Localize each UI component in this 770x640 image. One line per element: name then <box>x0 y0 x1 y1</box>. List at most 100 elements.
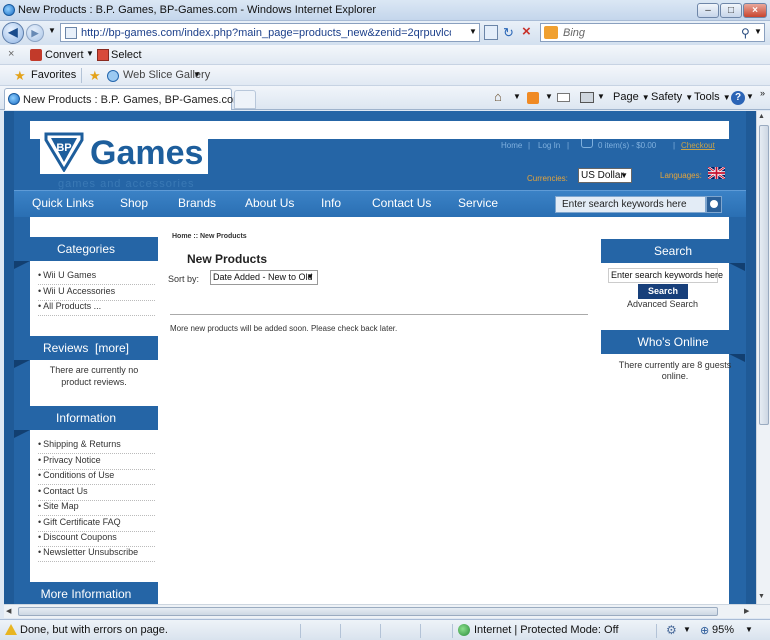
tools-menu[interactable]: Tools ▼ <box>694 91 731 103</box>
whos-online-text: There currently are 8 guests online. <box>618 360 732 381</box>
convert-button[interactable]: Convert <box>45 49 84 61</box>
category-link[interactable]: • All Products ... <box>38 301 155 316</box>
sidebar-search-input[interactable]: Enter search keywords here <box>608 268 723 283</box>
close-window-button[interactable]: × <box>743 3 767 18</box>
reviews-text: There are currently no product reviews. <box>49 365 139 387</box>
security-zone-text[interactable]: Internet | Protected Mode: Off <box>474 624 619 636</box>
help-icon[interactable]: ? <box>731 91 745 105</box>
category-label: All Products ... <box>43 301 102 311</box>
menu-contact-us[interactable]: Contact Us <box>372 196 431 210</box>
site-logo[interactable]: BP Games <box>40 132 208 174</box>
info-link[interactable]: • Newsletter Unsubscribe <box>38 547 155 562</box>
add-favorites-icon[interactable]: ★ <box>89 68 101 84</box>
cart-icon[interactable] <box>581 139 593 148</box>
back-button[interactable]: ◀ <box>2 22 24 44</box>
tab-active[interactable]: New Products : B.P. Games, BP-Games.com <box>4 88 242 110</box>
header-cart-link[interactable]: 0 item(s) - $0.00 <box>598 141 656 150</box>
close-toolbar-icon[interactable]: × <box>8 48 14 60</box>
sidebar-search-button[interactable]: Search <box>638 284 688 299</box>
print-icon[interactable] <box>580 92 594 103</box>
favorites-button[interactable]: Favorites <box>31 69 76 81</box>
header-checkout-link[interactable]: Checkout <box>681 141 715 150</box>
breadcrumb[interactable]: Home :: New Products <box>172 233 247 240</box>
minimize-button[interactable]: – <box>697 3 719 18</box>
divider: | <box>567 141 570 150</box>
info-link[interactable]: • Site Map <box>38 501 155 516</box>
sort-select[interactable]: Date Added - New to Old ▼ <box>210 270 318 285</box>
header-search-input[interactable]: Enter search keywords here <box>555 196 706 213</box>
divider <box>340 624 341 638</box>
vertical-scrollbar[interactable]: ▲ ▼ <box>756 111 770 604</box>
feeds-icon[interactable] <box>527 92 539 104</box>
page-menu[interactable]: Page ▼ <box>613 91 650 103</box>
feeds-dropdown-icon[interactable]: ▼ <box>545 92 553 101</box>
chevron-more-icon[interactable]: » <box>760 88 765 98</box>
info-link[interactable]: • Gift Certificate FAQ <box>38 517 155 532</box>
uk-flag-icon[interactable] <box>708 167 725 179</box>
info-link[interactable]: • Privacy Notice <box>38 455 155 470</box>
divider <box>170 314 588 315</box>
advanced-search-link[interactable]: Advanced Search <box>627 299 698 309</box>
info-link[interactable]: • Conditions of Use <box>38 470 155 485</box>
warning-icon[interactable] <box>5 624 17 635</box>
menu-brands[interactable]: Brands <box>178 196 216 210</box>
internet-zone-icon <box>458 624 470 636</box>
menu-about-us[interactable]: About Us <box>245 196 294 210</box>
refresh-icon[interactable]: ↻ <box>503 25 514 41</box>
history-dropdown-icon[interactable]: ▼ <box>48 26 56 35</box>
convert-dropdown-icon[interactable]: ▼ <box>86 49 94 58</box>
header-search-button[interactable] <box>706 196 722 213</box>
divider <box>656 624 657 638</box>
help-dropdown-icon[interactable]: ▼ <box>746 92 754 101</box>
safety-menu[interactable]: Safety ▼ <box>651 91 693 103</box>
scroll-left-icon[interactable]: ◀ <box>6 607 11 615</box>
new-tab-button[interactable] <box>234 90 256 109</box>
web-slice-dropdown-icon[interactable]: ▼ <box>193 70 201 79</box>
header-home-link[interactable]: Home <box>501 141 522 150</box>
menu-info[interactable]: Info <box>321 196 341 210</box>
scroll-up-icon[interactable]: ▲ <box>758 113 765 120</box>
logo-mark: BP <box>56 142 71 154</box>
tools-menu-label: Tools <box>694 91 720 103</box>
bing-icon <box>544 26 558 39</box>
addon-toolbar: × Convert ▼ Select <box>0 45 770 65</box>
category-link[interactable]: • Wii U Accessories <box>38 286 155 301</box>
forward-button[interactable]: ▶ <box>26 24 44 42</box>
home-icon[interactable]: ⌂ <box>494 89 502 104</box>
scroll-down-icon[interactable]: ▼ <box>758 593 765 600</box>
address-bar[interactable]: http://bp-games.com/index.php?main_page=… <box>60 23 480 42</box>
info-link[interactable]: • Shipping & Returns <box>38 439 155 454</box>
zoom-level[interactable]: 95% <box>712 624 734 636</box>
reviews-more-link[interactable]: [more] <box>95 341 129 355</box>
header-login-link[interactable]: Log In <box>538 141 560 150</box>
convert-icon <box>30 49 42 61</box>
scroll-right-icon[interactable]: ▶ <box>744 607 749 615</box>
info-link[interactable]: • Contact Us <box>38 486 155 501</box>
chevron-down-icon[interactable]: ▼ <box>683 625 691 634</box>
currency-select[interactable]: US Dollar ▼ <box>578 168 632 183</box>
bing-search-box[interactable]: Bing ⚲ ▼ <box>540 23 765 42</box>
stop-icon[interactable]: × <box>522 23 531 40</box>
menu-service[interactable]: Service <box>458 196 498 210</box>
select-icon <box>97 49 109 61</box>
protected-mode-icon[interactable]: ⚙ <box>666 623 677 637</box>
compatibility-view-icon[interactable] <box>484 25 498 40</box>
menu-quick-links[interactable]: Quick Links <box>32 196 94 210</box>
zoom-dropdown-icon[interactable]: ▼ <box>745 625 753 634</box>
search-options-icon[interactable]: ▼ <box>754 27 762 36</box>
home-dropdown-icon[interactable]: ▼ <box>513 92 521 101</box>
horizontal-scrollbar[interactable]: ◀ ▶ <box>4 604 770 618</box>
maximize-button[interactable]: □ <box>720 3 742 18</box>
menu-shop[interactable]: Shop <box>120 196 148 210</box>
address-dropdown-icon[interactable]: ▼ <box>469 27 477 36</box>
category-link[interactable]: • Wii U Games <box>38 270 155 285</box>
print-dropdown-icon[interactable]: ▼ <box>597 92 605 101</box>
search-icon[interactable]: ⚲ <box>741 26 750 40</box>
vertical-scroll-thumb[interactable] <box>759 125 769 425</box>
info-link[interactable]: • Discount Coupons <box>38 532 155 547</box>
ie-page-icon <box>8 93 20 105</box>
select-button[interactable]: Select <box>111 49 142 61</box>
divider <box>380 624 381 638</box>
read-mail-icon[interactable] <box>557 93 570 102</box>
horizontal-scroll-thumb[interactable] <box>18 607 718 616</box>
